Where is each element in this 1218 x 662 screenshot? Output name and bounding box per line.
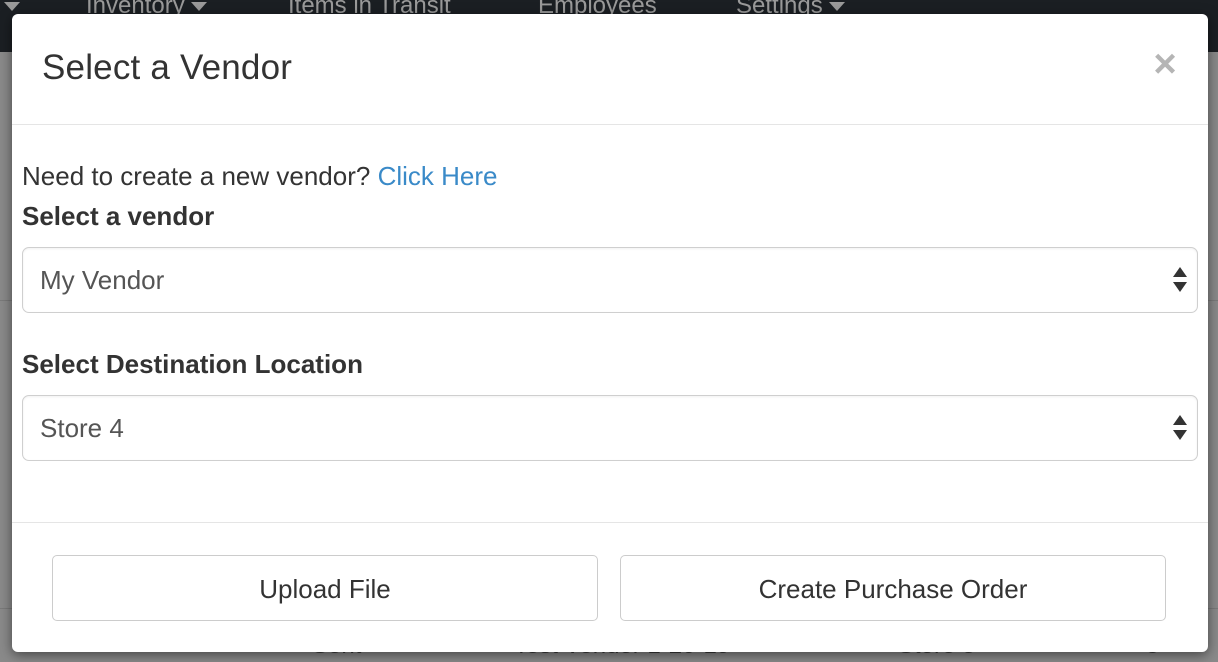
vendor-select[interactable]: My Vendor	[22, 247, 1198, 313]
modal-header: Select a Vendor ×	[12, 14, 1208, 125]
new-vendor-prompt: Need to create a new vendor? Click Here	[22, 161, 498, 192]
vendor-select-value: My Vendor	[40, 265, 165, 295]
modal-footer: Upload File Create Purchase Order	[12, 522, 1208, 652]
create-purchase-order-button[interactable]: Create Purchase Order	[620, 555, 1166, 621]
new-vendor-prompt-text: Need to create a new vendor?	[22, 161, 371, 191]
modal-title: Select a Vendor	[42, 48, 293, 87]
select-arrows-icon	[1173, 415, 1187, 443]
select-vendor-modal: Select a Vendor × Need to create a new v…	[12, 14, 1208, 652]
destination-location-label: Select Destination Location	[22, 349, 363, 379]
create-vendor-link[interactable]: Click Here	[378, 161, 498, 191]
close-icon[interactable]: ×	[1148, 44, 1182, 84]
select-arrows-icon	[1173, 267, 1187, 295]
upload-file-button[interactable]: Upload File	[52, 555, 598, 621]
caret-down-icon	[190, 2, 207, 12]
caret-down-icon	[828, 2, 845, 12]
vendor-label: Select a vendor	[22, 201, 215, 231]
destination-location-value: Store 4	[40, 413, 124, 443]
caret-down-icon	[4, 2, 20, 11]
destination-location-select[interactable]: Store 4	[22, 395, 1198, 461]
